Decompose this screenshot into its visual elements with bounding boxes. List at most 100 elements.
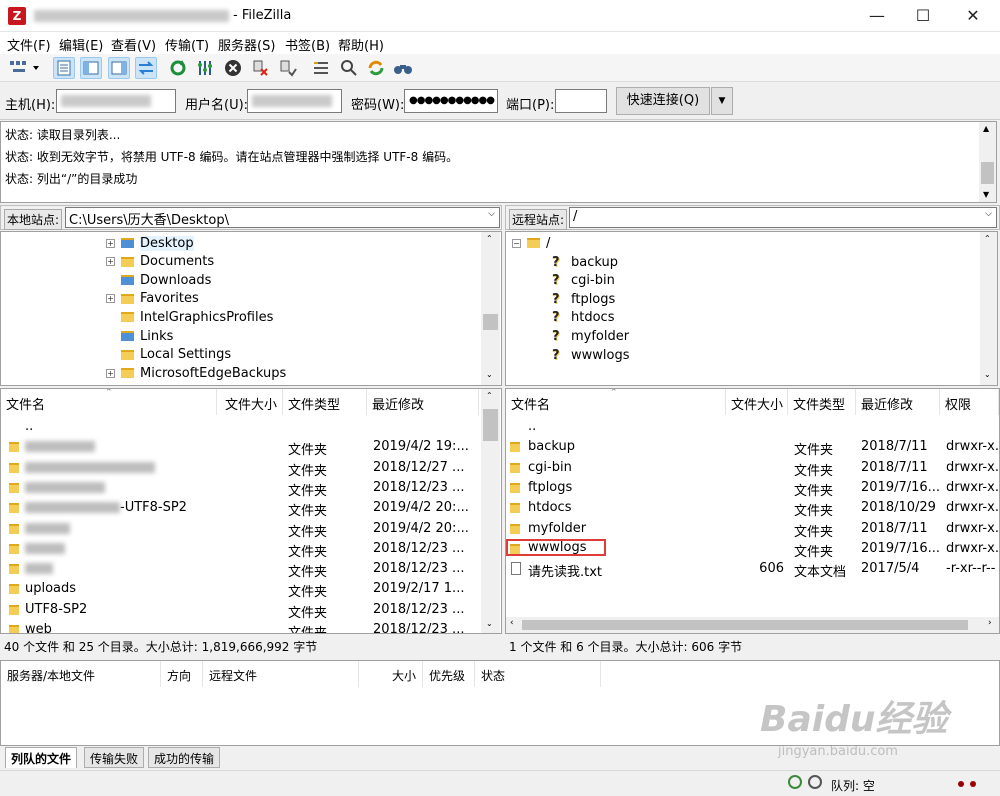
remote-file-list[interactable]: 文件名 ⌃ 文件大小 文件类型 最近修改 权限 .. backup 文件夹 2018/… [505,388,1000,634]
queue-col-direction[interactable]: 方向 [161,661,203,687]
queue-col-status[interactable]: 状态 [475,661,601,687]
tab-successful-transfers[interactable]: 成功的传输 [148,747,221,768]
scroll-down-icon[interactable]: ▼ [983,190,989,199]
toggle-queue-icon[interactable] [135,57,157,79]
remote-file-row[interactable]: .. [506,417,999,437]
close-button[interactable]: ✕ [950,0,996,32]
chevron-down-icon[interactable]: ⌵ [985,209,992,219]
toggle-remote-tree-icon[interactable] [108,57,130,79]
local-file-row[interactable]: web 文件夹 2018/12/23 ... [1,620,481,633]
scroll-up-icon[interactable]: ⌃ [486,234,493,243]
remote-col-type[interactable]: 文件类型 [788,389,856,415]
expand-icon[interactable]: + [106,368,115,378]
remote-col-modified[interactable]: 最近修改 [856,389,940,415]
minimize-button[interactable]: — [854,0,900,32]
local-col-type[interactable]: 文件类型 [283,389,367,415]
local-list-scrollbar[interactable]: ⌃ ⌄ [481,389,500,633]
local-tree-item[interactable]: Downloads [106,271,211,289]
scroll-down-icon[interactable]: ⌄ [984,370,991,379]
remote-file-row[interactable]: backup 文件夹 2018/7/11 drwxr-x... [506,437,999,458]
tab-queued-files[interactable]: 列队的文件 [5,747,78,768]
log-scroll-thumb[interactable] [981,162,994,184]
local-tree-item[interactable]: + Favorites [106,290,199,308]
quickconnect-button[interactable]: 快速连接(Q) [616,87,710,115]
remote-directory-tree[interactable]: − / ? backup? cgi-bin? ftplogs? htdocs? myfol… [505,231,998,386]
local-tree-item[interactable]: + MicrosoftEdgeBackups [106,364,286,382]
local-file-row[interactable]: -UTF8-SP2 文件夹 2019/4/2 20:... [1,498,481,519]
sync-browsing-icon[interactable] [365,57,387,79]
scroll-left-icon[interactable]: ‹ [510,618,514,628]
scroll-down-icon[interactable]: ⌄ [486,370,493,379]
quickconnect-dropdown-button[interactable]: ▼ [711,87,733,115]
collapse-icon[interactable]: − [512,238,521,248]
host-input[interactable] [56,89,176,113]
remote-tree-item[interactable]: ? wwwlogs [552,346,630,364]
refresh-icon[interactable] [167,57,189,79]
local-file-row[interactable]: .. [1,417,481,437]
remote-tree-item[interactable]: ? cgi-bin [552,272,615,290]
process-queue-icon[interactable] [195,57,217,79]
chevron-down-icon[interactable]: ⌵ [488,209,495,219]
queue-col-size[interactable]: 大小 [359,661,423,687]
local-file-row[interactable]: uploads 文件夹 2019/2/17 1... [1,579,481,600]
scroll-right-icon[interactable]: › [988,618,992,628]
local-tree-scrollbar[interactable]: ⌃ ⌄ [481,232,500,385]
local-file-row[interactable]: 文件夹 2018/12/23 ... [1,559,481,580]
local-file-row[interactable]: 文件夹 2018/12/23 ... [1,478,481,499]
local-tree-scroll-thumb[interactable] [483,314,498,330]
menu-help[interactable]: 帮助(H) [338,35,384,54]
speed-limit-icon[interactable] [788,775,802,789]
reconnect-icon[interactable] [277,57,299,79]
queue-col-server-local[interactable]: 服务器/本地文件 [1,661,161,687]
message-log[interactable]: 状态: 读取目录列表... 状态: 收到无效字节，将禁用 UTF-8 编码。请在… [0,121,997,203]
remote-file-row[interactable]: 请先读我.txt 606 文本文档 2017/5/4 -r-xr--r-- [506,559,999,580]
remote-tree-item[interactable]: ? ftplogs [552,290,615,308]
port-input[interactable] [555,89,607,113]
menu-file[interactable]: 文件(F) [7,35,51,54]
expand-icon[interactable]: + [106,238,115,248]
local-tree-item[interactable]: Local Settings [106,346,231,364]
remote-file-row[interactable]: cgi-bin 文件夹 2018/7/11 drwxr-x... [506,458,999,479]
log-scrollbar[interactable]: ▲ ▼ [979,122,996,202]
scroll-up-icon[interactable]: ▲ [983,124,989,133]
remote-tree-item[interactable]: ? htdocs [552,309,614,327]
remote-col-size[interactable]: 文件大小 [726,389,788,415]
menu-server[interactable]: 服务器(S) [218,35,275,54]
search-remote-files-icon[interactable] [392,57,414,79]
directory-listing-filters-icon[interactable] [310,57,332,79]
remote-file-row[interactable]: htdocs 文件夹 2018/10/29 drwxr-x... [506,498,999,519]
remote-file-row[interactable]: ftplogs 文件夹 2019/7/16... drwxr-x... [506,478,999,499]
local-file-row[interactable]: 文件夹 2019/4/2 19:... [1,437,481,458]
local-tree-item[interactable]: + Desktop [106,234,194,252]
local-col-modified[interactable]: 最近修改 [367,389,479,415]
remote-file-row[interactable]: wwwlogs 文件夹 2019/7/16... drwxr-x... [506,538,999,560]
remote-tree-root[interactable]: − / [512,234,550,252]
toggle-local-tree-icon[interactable] [80,57,102,79]
scroll-up-icon[interactable]: ⌃ [486,391,493,400]
menu-view[interactable]: 查看(V) [111,35,156,54]
local-file-row[interactable]: 文件夹 2018/12/27 ... [1,458,481,479]
remote-tree-scrollbar[interactable]: ⌃ ⌄ [980,232,997,385]
local-file-list[interactable]: 文件名 ⌃ 文件大小 文件类型 最近修改 .. 文件夹 2019/4/2 19:..… [0,388,502,634]
local-tree-item[interactable]: + Documents [106,253,214,271]
scroll-down-icon[interactable]: ⌄ [486,619,493,628]
local-path-combo[interactable]: C:\Users\历大香\Desktop\ ⌵ [65,207,500,228]
menu-transfer[interactable]: 传输(T) [165,35,209,54]
local-directory-tree[interactable]: + Desktop + Documents Downloads + Favorites Int… [0,231,502,386]
username-input[interactable] [247,89,342,113]
local-file-row[interactable]: 文件夹 2018/12/23 ... [1,539,481,560]
site-manager-icon[interactable] [6,57,42,79]
remote-list-hscrollbar[interactable]: ‹ › [506,617,999,633]
maximize-button[interactable]: ☐ [900,0,946,32]
local-file-row[interactable]: UTF8-SP2 文件夹 2018/12/23 ... [1,600,481,621]
disconnect-icon[interactable] [250,57,272,79]
scroll-up-icon[interactable]: ⌃ [984,234,991,243]
remote-col-permissions[interactable]: 权限 [940,389,999,415]
local-file-row[interactable]: 文件夹 2019/4/2 20:... [1,519,481,540]
menu-edit[interactable]: 编辑(E) [59,35,103,54]
local-tree-item[interactable]: IntelGraphicsProfiles [106,308,273,326]
remote-tree-item[interactable]: ? backup [552,253,618,271]
expand-icon[interactable]: + [106,294,115,304]
password-input[interactable]: ●●●●●●●●●●● [404,89,498,113]
expand-icon[interactable]: + [106,257,115,267]
